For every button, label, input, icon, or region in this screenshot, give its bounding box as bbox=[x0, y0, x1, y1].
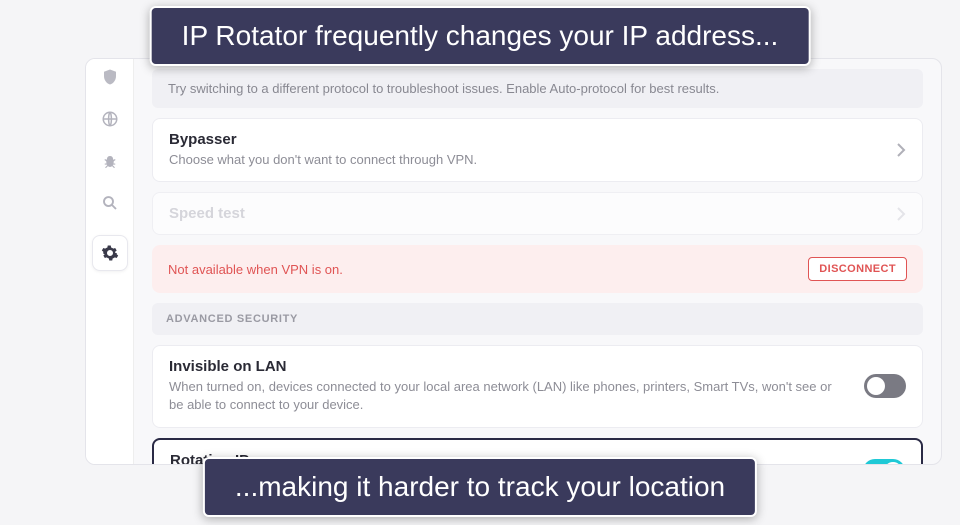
settings-content: Try switching to a different protocol to… bbox=[134, 59, 941, 464]
globe-icon[interactable] bbox=[100, 109, 120, 129]
sidebar bbox=[86, 59, 134, 464]
protocol-tip-text: Try switching to a different protocol to… bbox=[168, 81, 719, 96]
disconnect-button[interactable]: DISCONNECT bbox=[808, 257, 907, 281]
chevron-right-icon bbox=[896, 142, 906, 158]
invisible-lan-toggle[interactable] bbox=[864, 374, 906, 398]
invisible-lan-desc: When turned on, devices connected to you… bbox=[169, 378, 844, 414]
warning-text: Not available when VPN is on. bbox=[168, 262, 343, 277]
shield-icon[interactable] bbox=[100, 67, 120, 87]
invisible-lan-title: Invisible on LAN bbox=[169, 358, 844, 375]
protocol-tip: Try switching to a different protocol to… bbox=[152, 69, 923, 108]
caption-banner-top: IP Rotator frequently changes your IP ad… bbox=[150, 6, 811, 66]
vpn-on-warning: Not available when VPN is on. DISCONNECT bbox=[152, 245, 923, 293]
search-icon[interactable] bbox=[100, 193, 120, 213]
rotating-ip-toggle[interactable] bbox=[863, 459, 905, 465]
chevron-right-icon bbox=[896, 206, 906, 222]
gear-icon[interactable] bbox=[92, 235, 128, 271]
invisible-lan-row: Invisible on LAN When turned on, devices… bbox=[152, 345, 923, 427]
bypasser-title: Bypasser bbox=[169, 131, 477, 148]
speed-test-title: Speed test bbox=[169, 205, 245, 222]
bypasser-desc: Choose what you don't want to connect th… bbox=[169, 151, 477, 169]
caption-banner-bottom: ...making it harder to track your locati… bbox=[203, 457, 757, 517]
advanced-security-header: ADVANCED SECURITY bbox=[152, 303, 923, 335]
settings-window: Try switching to a different protocol to… bbox=[85, 58, 942, 465]
bypasser-row[interactable]: Bypasser Choose what you don't want to c… bbox=[152, 118, 923, 182]
speed-test-row: Speed test bbox=[152, 192, 923, 235]
bug-icon[interactable] bbox=[100, 151, 120, 171]
